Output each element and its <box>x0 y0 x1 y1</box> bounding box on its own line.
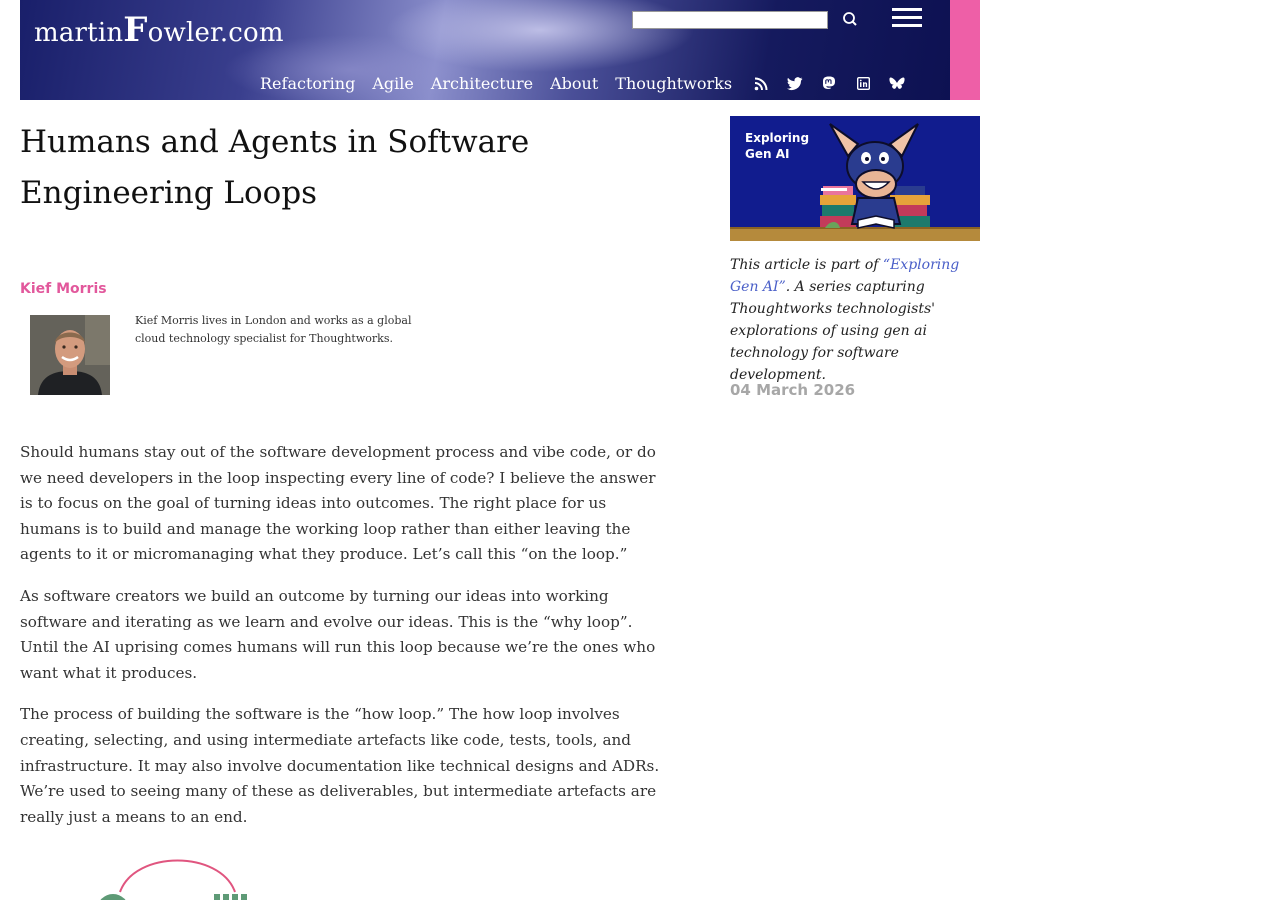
site-logo[interactable]: martinFowler.com <box>34 10 284 50</box>
author-bio: Kief Morris lives in London and works as… <box>135 314 412 345</box>
nav-about[interactable]: About <box>550 74 598 93</box>
site-header: martinFowler.com Refactoring Agile Archi… <box>20 0 950 100</box>
series-note-intro: This article is part of <box>730 257 883 273</box>
mastodon-icon[interactable] <box>821 76 837 92</box>
search-input[interactable] <box>632 11 828 29</box>
main-nav: Refactoring Agile Architecture About Tho… <box>260 74 923 93</box>
author-name-link[interactable]: Kief Morris <box>20 281 107 297</box>
series-banner-image[interactable]: Exploring Gen AI <box>730 116 980 241</box>
hamburger-menu-icon[interactable] <box>892 4 922 32</box>
linkedin-icon[interactable] <box>855 76 871 92</box>
bluesky-icon[interactable] <box>889 76 905 92</box>
twitter-icon[interactable] <box>787 76 803 92</box>
rss-icon[interactable] <box>753 76 769 92</box>
nav-agile[interactable]: Agile <box>372 74 414 93</box>
page-title: Humans and Agents in Software Engineerin… <box>20 124 530 211</box>
article-body: Should humans stay out of the software d… <box>20 440 670 846</box>
publication-date: 04 March 2026 <box>730 381 856 399</box>
nav-refactoring[interactable]: Refactoring <box>260 74 355 93</box>
logo-prefix: martin <box>34 18 124 48</box>
header-accent-tab <box>950 0 980 100</box>
author-avatar <box>30 315 110 395</box>
series-note: This article is part of “Exploring Gen A… <box>730 254 980 386</box>
paragraph: Should humans stay out of the software d… <box>20 443 656 564</box>
nav-architecture[interactable]: Architecture <box>431 74 533 93</box>
nav-thoughtworks[interactable]: Thoughtworks <box>615 74 732 93</box>
loop-diagram <box>80 850 280 904</box>
social-links <box>753 76 923 92</box>
paragraph: As software creators we build an outcome… <box>20 586 656 682</box>
logo-big-letter: F <box>123 10 148 50</box>
logo-suffix: owler.com <box>147 18 284 48</box>
paragraph: The process of building the software is … <box>20 705 660 826</box>
search-icon[interactable] <box>840 9 860 29</box>
